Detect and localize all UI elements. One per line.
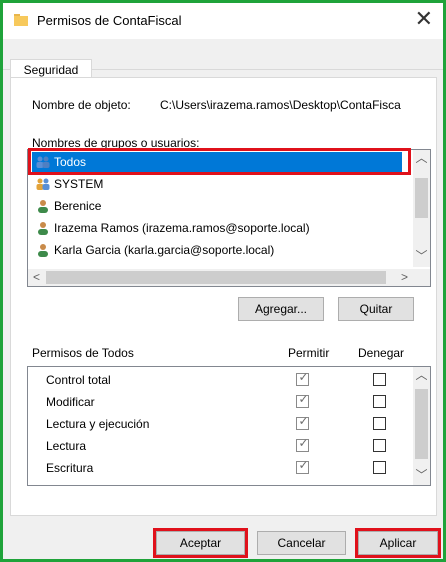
scroll-down-icon[interactable]: ﹀ bbox=[413, 467, 430, 484]
object-name-label: Nombre de objeto: bbox=[32, 98, 131, 112]
user-icon bbox=[38, 222, 48, 235]
deny-header: Denegar bbox=[358, 346, 405, 360]
permissions-vertical-scrollbar[interactable]: ︿ ﹀ bbox=[413, 367, 430, 485]
permission-name: Lectura y ejecución bbox=[46, 417, 150, 431]
cancel-button[interactable]: Cancelar bbox=[257, 531, 346, 555]
allow-checkbox[interactable]: ✓ bbox=[296, 414, 309, 430]
add-button[interactable]: Agregar... bbox=[238, 297, 324, 321]
allow-checkbox[interactable]: ✓ bbox=[296, 392, 309, 408]
checkmark-icon: ✓ bbox=[298, 370, 309, 384]
list-item-label: Berenice bbox=[54, 199, 102, 213]
highlight-box-ok bbox=[153, 528, 248, 558]
user-icon bbox=[38, 244, 48, 257]
list-item-label: Karla Garcia (karla.garcia@soporte.local… bbox=[54, 243, 275, 257]
list-item-label: Irazema Ramos (irazema.ramos@soporte.loc… bbox=[54, 221, 310, 235]
scroll-up-icon[interactable]: ︿ bbox=[413, 150, 430, 167]
deny-checkbox[interactable] bbox=[373, 395, 386, 408]
permission-row: Modificar ✓ bbox=[28, 391, 408, 413]
permission-row: Lectura y ejecución ✓ bbox=[28, 413, 408, 435]
permission-row: Escritura ✓ bbox=[28, 457, 408, 479]
checkmark-icon: ✓ bbox=[298, 392, 309, 406]
permission-row: Lectura ✓ bbox=[28, 435, 408, 457]
permission-row: Control total ✓ bbox=[28, 369, 408, 391]
allow-checkbox[interactable]: ✓ bbox=[296, 436, 309, 452]
allow-checkbox[interactable]: ✓ bbox=[296, 458, 309, 474]
allow-header: Permitir bbox=[288, 346, 330, 360]
groups-horizontal-scrollbar[interactable]: < > bbox=[28, 269, 413, 286]
scroll-down-icon[interactable]: ﹀ bbox=[413, 248, 430, 265]
permission-name: Escritura bbox=[46, 461, 94, 475]
deny-checkbox[interactable] bbox=[373, 439, 386, 452]
allow-checkbox[interactable]: ✓ bbox=[296, 370, 309, 386]
object-name-value: C:\Users\irazema.ramos\Desktop\ContaFisc… bbox=[160, 98, 401, 112]
permission-name: Control total bbox=[46, 373, 111, 387]
highlight-box-apply bbox=[355, 528, 441, 558]
highlight-box-todos bbox=[28, 148, 411, 175]
scroll-thumb[interactable] bbox=[415, 389, 428, 459]
window-title: Permisos de ContaFiscal bbox=[37, 13, 182, 28]
scroll-thumb[interactable] bbox=[415, 178, 428, 218]
scrollbar-corner bbox=[413, 269, 430, 286]
title-bar: Permisos de ContaFiscal ✕ bbox=[3, 3, 443, 39]
checkmark-icon: ✓ bbox=[298, 414, 309, 428]
checkmark-icon: ✓ bbox=[298, 458, 309, 472]
permissions-dialog: Permisos de ContaFiscal ✕ Seguridad Nomb… bbox=[0, 0, 446, 562]
tab-strip: Seguridad bbox=[3, 39, 443, 81]
folder-icon bbox=[14, 14, 28, 26]
permissions-label: Permisos de Todos bbox=[32, 346, 134, 360]
groups-vertical-scrollbar[interactable]: ︿ ﹀ bbox=[413, 150, 430, 267]
deny-checkbox[interactable] bbox=[373, 461, 386, 474]
list-item-label: SYSTEM bbox=[54, 177, 104, 191]
close-icon[interactable]: ✕ bbox=[415, 7, 433, 31]
deny-checkbox[interactable] bbox=[373, 373, 386, 386]
scroll-up-icon[interactable]: ︿ bbox=[413, 367, 430, 384]
scroll-left-icon[interactable]: < bbox=[28, 269, 45, 286]
permission-name: Lectura bbox=[46, 439, 87, 453]
deny-checkbox[interactable] bbox=[373, 417, 386, 430]
checkmark-icon: ✓ bbox=[298, 436, 309, 450]
scroll-right-icon[interactable]: > bbox=[396, 269, 413, 286]
system-group-icon bbox=[36, 178, 50, 190]
scroll-thumb[interactable] bbox=[46, 271, 386, 284]
permission-name: Modificar bbox=[46, 395, 95, 409]
permissions-list: Control total ✓ Modificar ✓ Lectura y ej… bbox=[27, 366, 431, 486]
user-icon bbox=[38, 200, 48, 213]
remove-button[interactable]: Quitar bbox=[338, 297, 414, 321]
